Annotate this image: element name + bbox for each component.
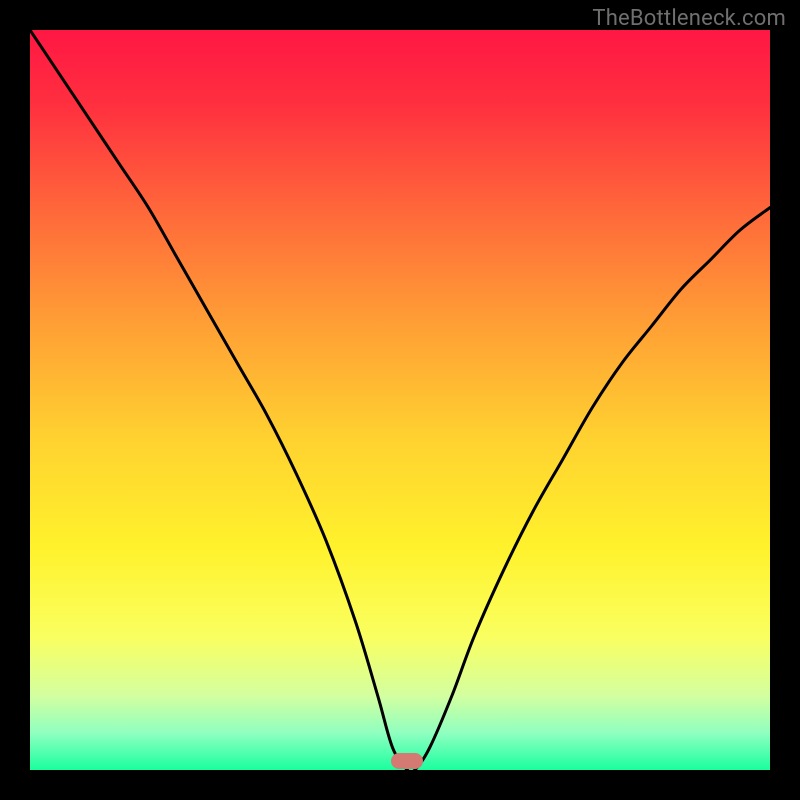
- optimal-marker: [391, 753, 423, 769]
- watermark-text: TheBottleneck.com: [592, 6, 786, 31]
- gradient-background: [30, 30, 770, 770]
- plot-area: [30, 30, 770, 770]
- plot-svg: [30, 30, 770, 770]
- chart-frame: TheBottleneck.com: [0, 0, 800, 800]
